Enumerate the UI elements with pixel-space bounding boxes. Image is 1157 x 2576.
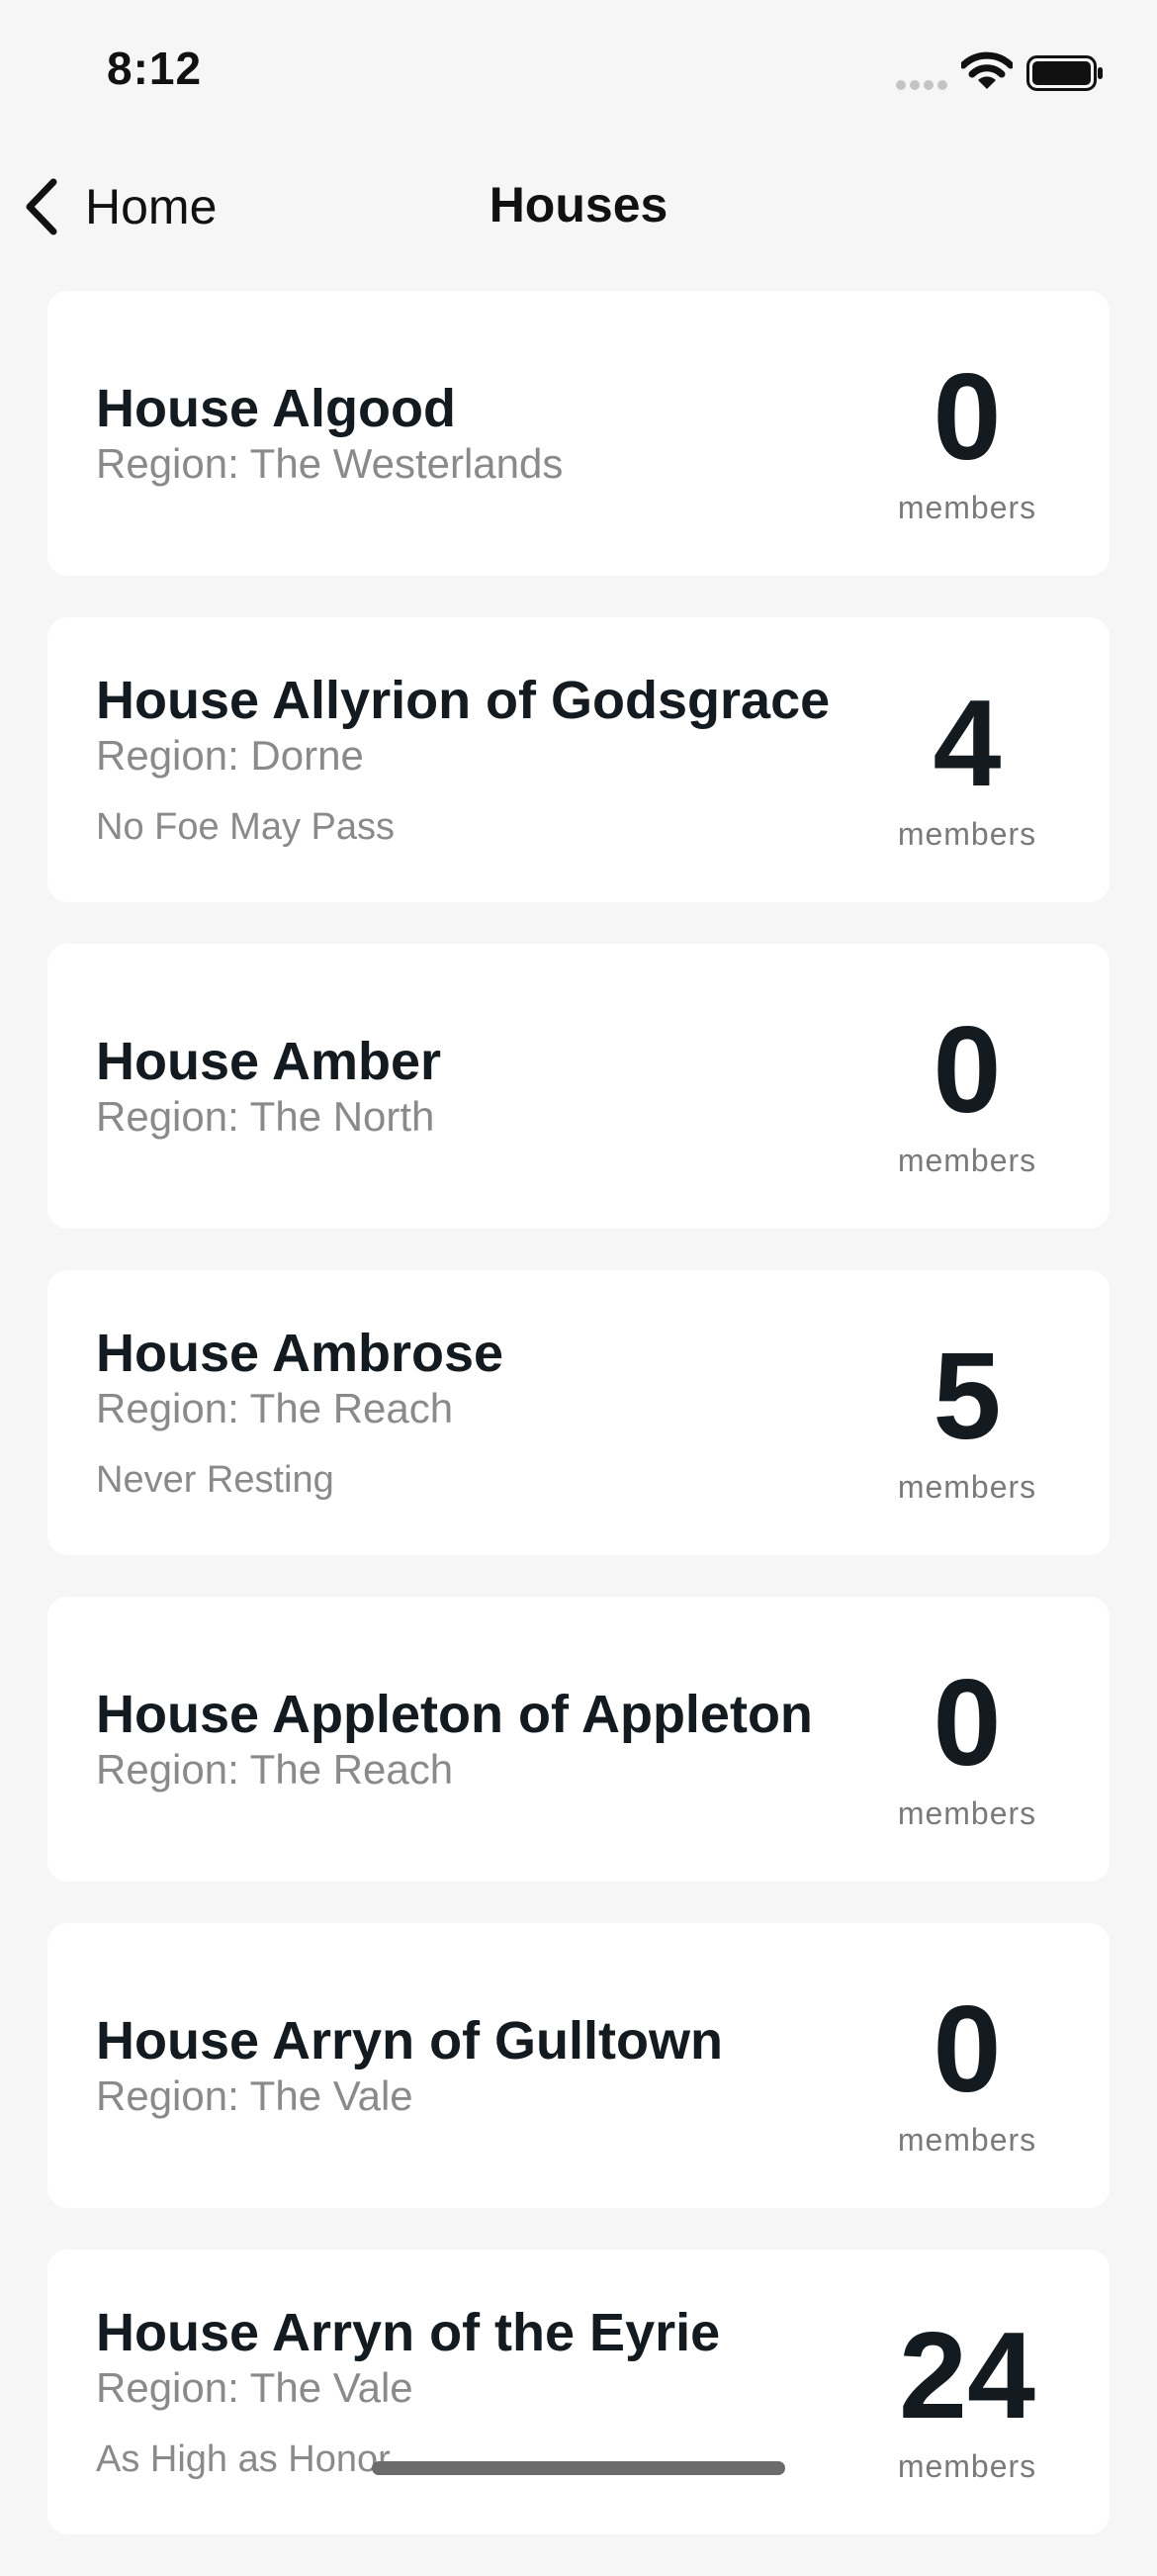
house-list: House Algood Region: The Westerlands 0 m… [47, 291, 1110, 2576]
member-count-label: members [897, 2447, 1037, 2484]
member-count-value: 24 [899, 2307, 1035, 2444]
member-count-value: 4 [933, 675, 1002, 812]
house-name: House Amber [96, 1032, 442, 1091]
member-count: 0 members [868, 1923, 1066, 2208]
house-info: House Amber Region: The North [96, 944, 907, 1229]
member-count-label: members [897, 2121, 1037, 2158]
battery-icon [1026, 55, 1103, 91]
house-region: Region: The Westerlands [96, 440, 564, 487]
house-card[interactable]: House Ambrose Region: The Reach Never Re… [47, 1270, 1110, 1555]
house-card[interactable]: House Algood Region: The Westerlands 0 m… [47, 291, 1110, 576]
member-count: 0 members [868, 1597, 1066, 1882]
member-count: 0 members [868, 944, 1066, 1229]
house-name: House Arryn of Gulltown [96, 2011, 723, 2070]
member-count-value: 0 [933, 348, 1002, 486]
member-count-value: 0 [933, 1654, 1002, 1792]
navigation-bar: Home Houses [0, 148, 1157, 267]
house-info: House Arryn of the Eyrie Region: The Val… [96, 2250, 907, 2534]
page-title: Houses [489, 177, 668, 232]
house-card[interactable]: House Appleton of Appleton Region: The R… [47, 1597, 1110, 1882]
house-card[interactable]: House Arryn of Gulltown Region: The Vale… [47, 1923, 1110, 2208]
member-count-value: 5 [933, 1328, 1002, 1465]
status-time: 8:12 [107, 43, 203, 94]
house-words: No Foe May Pass [96, 806, 395, 848]
house-name: House Allyrion of Godsgrace [96, 671, 831, 730]
member-count-value: 0 [933, 1980, 1002, 2118]
member-count-label: members [897, 489, 1037, 525]
member-count: 0 members [868, 291, 1066, 576]
member-count-label: members [897, 1468, 1037, 1505]
house-card[interactable]: House Arryn of the Eyrie Region: The Val… [47, 2250, 1110, 2534]
house-words: As High as Honor [96, 2438, 391, 2480]
cellular-signal-icon [896, 80, 947, 90]
house-name: House Arryn of the Eyrie [96, 2303, 721, 2362]
house-info: House Appleton of Appleton Region: The R… [96, 1597, 907, 1882]
member-count-label: members [897, 1794, 1037, 1831]
house-info: House Algood Region: The Westerlands [96, 291, 907, 576]
member-count: 4 members [868, 617, 1066, 902]
member-count-label: members [897, 815, 1037, 852]
house-info: House Ambrose Region: The Reach Never Re… [96, 1270, 907, 1555]
house-card[interactable]: House Allyrion of Godsgrace Region: Dorn… [47, 617, 1110, 902]
house-words: Never Resting [96, 1459, 334, 1501]
house-name: House Appleton of Appleton [96, 1685, 813, 1744]
house-region: Region: The North [96, 1093, 435, 1140]
home-indicator[interactable] [372, 2461, 785, 2475]
house-region: Region: The Reach [96, 1746, 454, 1793]
member-count: 5 members [868, 1270, 1066, 1555]
house-region: Region: Dorne [96, 732, 364, 779]
house-info: House Allyrion of Godsgrace Region: Dorn… [96, 617, 907, 902]
house-region: Region: The Reach [96, 1385, 454, 1431]
house-region: Region: The Vale [96, 2072, 413, 2119]
house-info: House Arryn of Gulltown Region: The Vale [96, 1923, 907, 2208]
member-count: 24 members [868, 2250, 1066, 2534]
member-count-label: members [897, 1142, 1037, 1178]
house-name: House Ambrose [96, 1324, 504, 1383]
house-name: House Algood [96, 379, 456, 438]
wifi-icon [961, 51, 1013, 89]
house-card[interactable]: House Amber Region: The North 0 members [47, 944, 1110, 1229]
status-bar: 8:12 [0, 0, 1157, 148]
member-count-value: 0 [933, 1001, 1002, 1139]
house-region: Region: The Vale [96, 2364, 413, 2411]
